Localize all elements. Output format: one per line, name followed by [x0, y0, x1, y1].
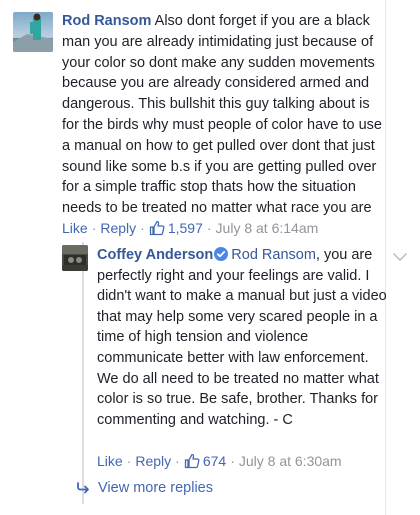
thread-line	[82, 242, 84, 504]
thumbs-up-icon	[149, 220, 165, 236]
reply-link[interactable]: Reply	[100, 220, 136, 236]
comment-body: Rod Ransom Also dont forget if you are a…	[62, 11, 384, 219]
comment-text: Also dont forget if you are a black man …	[62, 13, 382, 217]
like-count[interactable]: 674	[184, 453, 226, 469]
verified-badge-icon	[214, 247, 229, 261]
thumbs-up-icon	[184, 453, 200, 469]
comment-actions: Like · Reply · 1,597 · July 8 at 6:14am	[62, 220, 319, 236]
avatar[interactable]	[13, 12, 53, 52]
like-link[interactable]: Like	[62, 220, 88, 236]
mention-link[interactable]: Rod Ransom	[231, 247, 316, 263]
reply-arrow-icon	[77, 482, 89, 494]
comments-panel: Rod Ransom Also dont forget if you are a…	[0, 0, 387, 515]
reply-author[interactable]: Coffey Anderson	[97, 247, 213, 263]
reply-avatar[interactable]	[62, 245, 88, 271]
timestamp[interactable]: July 8 at 6:30am	[239, 453, 342, 469]
comment-author[interactable]: Rod Ransom	[62, 13, 151, 29]
like-count[interactable]: 1,597	[149, 220, 203, 236]
chevron-down-icon[interactable]	[392, 251, 408, 263]
timestamp[interactable]: July 8 at 6:14am	[216, 220, 319, 236]
view-more-replies-link[interactable]: View more replies	[76, 478, 213, 498]
reply-body: Coffey Anderson Rod Ransom, you are perfe…	[97, 245, 387, 430]
like-link[interactable]: Like	[97, 453, 123, 469]
reply-link[interactable]: Reply	[135, 453, 171, 469]
view-more-label: View more replies	[98, 480, 213, 496]
reply-text: , you are perfectly right and your feeli…	[97, 247, 387, 428]
reply-actions: Like · Reply · 674 · July 8 at 6:30am	[97, 453, 342, 469]
